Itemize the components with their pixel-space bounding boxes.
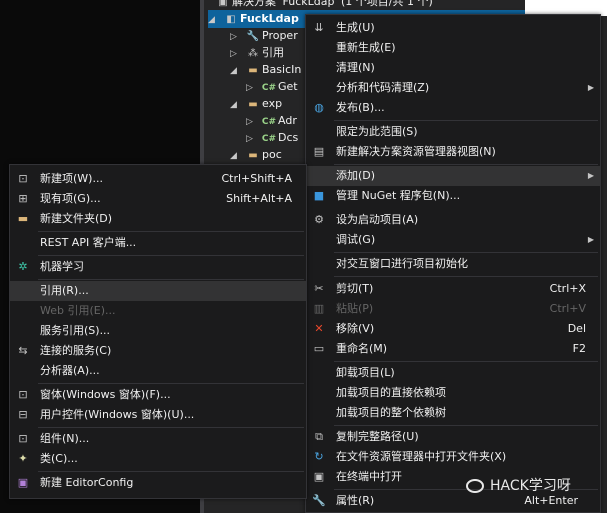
wechat-icon <box>466 479 484 493</box>
editorconfig-icon: ▣ <box>17 476 29 489</box>
tree-item-references[interactable]: ▷ ⁂ 引用 <box>230 44 284 62</box>
submenu-item-new-folder[interactable]: ▬ 新建文件夹(D) <box>10 209 306 229</box>
menu-separator <box>334 425 598 426</box>
gear-icon: ⚙ <box>314 213 324 226</box>
tree-item-properties[interactable]: ▷ 🔧 Proper <box>230 27 298 45</box>
menu-item-cut[interactable]: ✂ 剪切(T) Ctrl+X <box>306 279 600 299</box>
scissors-icon: ✂ <box>314 282 324 295</box>
menu-item-nuget[interactable]: ■ 管理 NuGet 程序包(N)... <box>306 186 600 206</box>
menu-item-remove[interactable]: ✕ 移除(V) Del <box>306 319 600 339</box>
submenu-item-service-reference[interactable]: 服务引用(S)... <box>10 321 306 341</box>
tree-item-poc-folder[interactable]: ◢ ▬ poc <box>230 146 282 164</box>
submenu-item-new-item[interactable]: ⊡ 新建项(W)... Ctrl+Shift+A <box>10 169 306 189</box>
menu-item-scope[interactable]: 限定为此范围(S) <box>306 122 600 142</box>
wrench-icon: 🔧 <box>312 494 326 507</box>
submenu-arrow-icon: ▶ <box>587 171 594 180</box>
class-icon: ✦ <box>18 452 28 465</box>
new-view-icon: ▤ <box>313 145 325 158</box>
existing-item-icon: ⊞ <box>18 192 28 205</box>
collapse-arrow-icon[interactable]: ◢ <box>230 147 244 165</box>
menu-separator <box>38 471 304 472</box>
submenu-arrow-icon: ▶ <box>587 235 594 244</box>
folder-icon: ▬ <box>248 150 258 161</box>
tree-item-exp-folder[interactable]: ◢ ▬ exp <box>230 95 282 113</box>
submenu-item-class[interactable]: ✦ 类(C)... <box>10 449 306 469</box>
connected-service-icon: ⇆ <box>18 344 28 357</box>
menu-separator <box>334 361 598 362</box>
tree-item-dcs-file[interactable]: ▷ C# Dcs <box>246 129 298 147</box>
collapse-arrow-icon[interactable]: ◢ <box>230 62 244 80</box>
submenu-item-existing-item[interactable]: ⊞ 现有项(G)... Shift+Alt+A <box>10 189 306 209</box>
menu-separator <box>334 252 598 253</box>
menu-item-copy-path[interactable]: ⧉ 复制完整路径(U) <box>306 427 600 447</box>
copy-icon: ⧉ <box>315 430 323 443</box>
globe-icon: ◍ <box>314 101 324 114</box>
collapse-arrow-icon[interactable]: ◢ <box>230 96 244 114</box>
add-submenu: ⊡ 新建项(W)... Ctrl+Shift+A ⊞ 现有项(G)... Shi… <box>9 164 307 499</box>
menu-item-add[interactable]: 添加(D) ▶ <box>306 166 600 186</box>
submenu-item-machine-learning[interactable]: ✲ 机器学习 <box>10 257 306 277</box>
submenu-arrow-icon: ▶ <box>587 83 594 92</box>
menu-item-build[interactable]: ⇊ 生成(U) <box>306 18 600 38</box>
menu-separator <box>38 255 304 256</box>
menu-item-paste[interactable]: ▥ 粘贴(P) Ctrl+V <box>306 299 600 319</box>
submenu-item-user-control[interactable]: ⊟ 用户控件(Windows 窗体)(U)... <box>10 405 306 425</box>
nuget-icon: ■ <box>313 189 325 202</box>
menu-item-interactive-init[interactable]: 对交互窗口进行项目初始化 <box>306 254 600 274</box>
component-icon: ⊡ <box>18 432 28 445</box>
new-folder-icon: ▬ <box>17 212 29 225</box>
paste-icon: ▥ <box>313 302 325 315</box>
menu-separator <box>38 279 304 280</box>
menu-item-publish[interactable]: ◍ 发布(B)... <box>306 98 600 118</box>
menu-separator <box>38 231 304 232</box>
refresh-icon: ↻ <box>314 450 324 463</box>
menu-item-rename[interactable]: ▭ 重命名(M) F2 <box>306 339 600 359</box>
submenu-item-editorconfig[interactable]: ▣ 新建 EditorConfig <box>10 473 306 493</box>
submenu-item-connected-service[interactable]: ⇆ 连接的服务(C) <box>10 341 306 361</box>
menu-item-rebuild[interactable]: 重新生成(E) <box>306 38 600 58</box>
tree-item-basicinfo-folder[interactable]: ◢ ▬ BasicIn <box>230 61 301 79</box>
remove-icon: ✕ <box>314 322 324 335</box>
menu-item-unload[interactable]: 卸载项目(L) <box>306 363 600 383</box>
rename-icon: ▭ <box>313 342 325 355</box>
form-icon: ⊡ <box>18 388 28 401</box>
menu-item-set-startup[interactable]: ⚙ 设为启动项目(A) <box>306 210 600 230</box>
machine-learning-icon: ✲ <box>18 260 28 273</box>
new-item-icon: ⊡ <box>18 172 28 185</box>
collapse-arrow-icon[interactable]: ◢ <box>208 11 222 29</box>
user-control-icon: ⊟ <box>18 408 28 421</box>
submenu-item-form[interactable]: ⊡ 窗体(Windows 窗体)(F)... <box>10 385 306 405</box>
tree-item-get-file[interactable]: ▷ C# Get <box>246 78 298 96</box>
menu-separator <box>334 120 598 121</box>
menu-separator <box>38 383 304 384</box>
watermark: HACK学习呀 <box>466 474 571 498</box>
menu-item-debug[interactable]: 调试(G) ▶ <box>306 230 600 250</box>
menu-separator <box>334 164 598 165</box>
project-context-menu: ⇊ 生成(U) 重新生成(E) 清理(N) 分析和代码清理(Z) ▶ ◍ 发布(… <box>305 14 601 513</box>
menu-item-new-view[interactable]: ▤ 新建解决方案资源管理器视图(N) <box>306 142 600 162</box>
menu-separator <box>334 276 598 277</box>
menu-item-open-in-explorer[interactable]: ↻ 在文件资源管理器中打开文件夹(X) <box>306 447 600 467</box>
tree-item-adr-file[interactable]: ▷ C# Adr <box>246 112 297 130</box>
menu-item-clean[interactable]: 清理(N) <box>306 58 600 78</box>
menu-item-load-dep-tree[interactable]: 加载项目的整个依赖树 <box>306 403 600 423</box>
submenu-item-reference[interactable]: 引用(R)... <box>10 281 306 301</box>
submenu-item-rest-api[interactable]: REST API 客户端... <box>10 233 306 253</box>
build-icon: ⇊ <box>314 21 324 34</box>
menu-item-load-direct-deps[interactable]: 加载项目的直接依赖项 <box>306 383 600 403</box>
submenu-item-web-reference[interactable]: Web 引用(E)... <box>10 301 306 321</box>
menu-separator <box>38 427 304 428</box>
terminal-icon: ▣ <box>313 470 325 483</box>
menu-item-analyze[interactable]: 分析和代码清理(Z) ▶ <box>306 78 600 98</box>
submenu-item-component[interactable]: ⊡ 组件(N)... <box>10 429 306 449</box>
submenu-item-analyzer[interactable]: 分析器(A)... <box>10 361 306 381</box>
